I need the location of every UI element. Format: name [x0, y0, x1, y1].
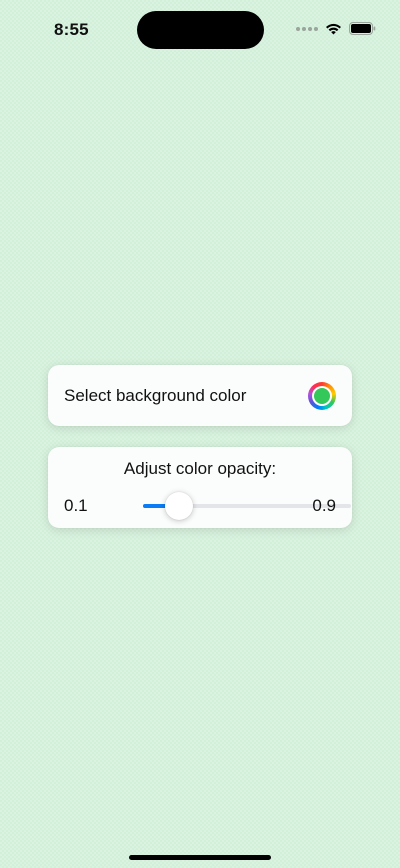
home-indicator [129, 855, 271, 860]
slider-min-label: 0.1 [64, 496, 88, 515]
slider-thumb[interactable] [165, 492, 194, 520]
selected-color-swatch [312, 386, 332, 406]
background-color-label: Select background color [64, 386, 247, 405]
battery-icon [349, 22, 376, 35]
status-bar: 8:55 [0, 0, 400, 60]
wifi-icon [325, 23, 342, 35]
opacity-card: Adjust color opacity: 0.1 0.9 [48, 447, 352, 528]
opacity-title: Adjust color opacity: [123, 459, 277, 478]
status-icons [296, 22, 376, 35]
slider-max-label: 0.9 [312, 496, 336, 515]
cellular-dots-icon [296, 26, 318, 31]
dynamic-island [137, 11, 264, 49]
color-well-button[interactable] [308, 382, 336, 410]
background-color-card[interactable]: Select background color [48, 365, 352, 426]
status-time: 8:55 [54, 20, 89, 39]
